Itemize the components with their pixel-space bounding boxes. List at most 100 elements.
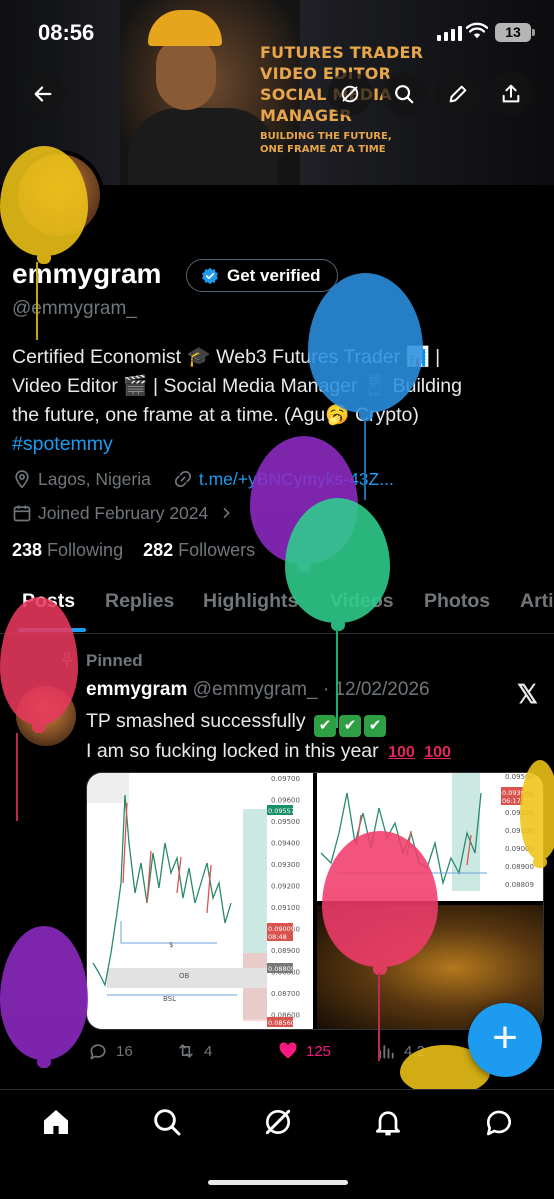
post-author-handle[interactable]: @emmygram_ [193, 679, 318, 700]
chart-1-price-tag-4-text: 0.08809 [268, 965, 295, 973]
balloon-green [285, 498, 390, 631]
balloon-string [378, 973, 380, 1061]
status-time: 08:56 [38, 20, 95, 45]
axis-tick-label: 0.09400 [271, 840, 300, 848]
tab-replies[interactable]: Replies [105, 590, 174, 613]
post-text-line-2-text: I am so fucking locked in this year [86, 740, 379, 762]
banner-figure-shirt [128, 108, 278, 185]
balloon-string [364, 420, 366, 500]
balloon-red [0, 597, 78, 733]
banner-subline-2: ONE FRAME AT A TIME [260, 144, 386, 155]
repost-button[interactable]: 4 [176, 1041, 212, 1061]
bio-line: Certified Economist 🎓 Web3 Futures Trade… [12, 346, 441, 368]
following-link[interactable]: 238 Following [12, 540, 123, 561]
arrow-left-icon [34, 86, 52, 102]
post-author-name[interactable]: emmygram [86, 679, 187, 700]
axis-tick-label: 0.08700 [271, 990, 300, 998]
nav-search[interactable] [151, 1106, 183, 1138]
axis-tick-label: 0.09200 [271, 883, 300, 891]
post-media-grid: 0.09700 0.09600 0.09500 0.09400 0.09300 0.092… [86, 772, 544, 1030]
axis-tick-label: 0.09600 [271, 797, 300, 805]
following-label: Following [47, 540, 124, 560]
chart-1-price-tag-2-text: 0.09009 [268, 925, 295, 933]
axis-tick-label: 0.08900 [271, 947, 300, 955]
location-pin-icon [15, 470, 29, 489]
follow-counts: 238 Following 282 Followers [12, 540, 255, 561]
profile-location: Lagos, Nigeria [38, 468, 151, 489]
profile-joined-row[interactable]: Joined February 2024 [12, 501, 234, 525]
pinned-label: Pinned [86, 651, 143, 670]
chart-1-label-dollar: $ [169, 941, 173, 949]
reply-count: 16 [116, 1042, 133, 1060]
pencil-icon [449, 85, 467, 103]
post-text-line-1-text: TP smashed successfully [86, 710, 306, 732]
post-header: emmygram @emmygram_ · 12/02/2026 [86, 679, 430, 701]
axis-tick-label: 0.09500 [271, 818, 300, 826]
wifi-icon [466, 22, 488, 39]
chart-1-price-tag-3-text: 08:48 [268, 933, 287, 941]
profile-handle: @emmygram_ [12, 298, 137, 319]
balloon-string [16, 733, 18, 821]
axis-tick-label: 0.09700 [271, 775, 300, 783]
check-mark-icon: ✔ [364, 715, 387, 737]
share-icon [502, 84, 520, 103]
profile-bio: Certified Economist 🎓 Web3 Futures Trade… [12, 343, 542, 459]
search-button[interactable] [382, 72, 426, 116]
grok-icon [265, 1109, 291, 1135]
followers-link[interactable]: 282 Followers [143, 540, 255, 561]
hundred-points-icon: 100 [388, 744, 415, 761]
chevron-right-icon [223, 507, 231, 519]
reply-icon [90, 1044, 106, 1060]
balloon-yellow-2 [520, 760, 554, 868]
like-count: 125 [306, 1042, 332, 1060]
tab-photos[interactable]: Photos [424, 590, 490, 613]
nav-home[interactable] [40, 1106, 72, 1138]
hundred-points-icon: 100 [424, 744, 451, 761]
plus-icon: + [492, 1013, 518, 1062]
post-date: · 12/02/2026 [322, 679, 430, 700]
search-icon [154, 1109, 181, 1136]
get-verified-button[interactable]: Get verified [186, 259, 338, 292]
axis-tick-label: 0.09300 [271, 861, 300, 869]
bio-line: the future, one frame at a time. (Agu🥱 C… [12, 404, 419, 426]
tab-highlights[interactable]: Highlights [203, 590, 298, 613]
nav-notifications[interactable] [372, 1106, 404, 1138]
followers-label: Followers [178, 540, 256, 560]
axis-tick-label: 0.09100 [271, 904, 300, 912]
balloon-yellow [0, 146, 88, 264]
profile-joined-date: Joined February 2024 [38, 502, 209, 523]
compose-post-button[interactable]: + [468, 1003, 542, 1077]
check-mark-icon: ✔ [314, 715, 337, 737]
nav-messages[interactable] [483, 1106, 515, 1138]
balloon-string [336, 628, 338, 728]
share-button[interactable] [489, 72, 533, 116]
edit-profile-button[interactable] [436, 72, 480, 116]
grok-button[interactable] [328, 72, 372, 116]
check-mark-icon: ✔ [339, 715, 362, 737]
status-bar: 08:56 13 [0, 0, 554, 60]
post-text-line-2: I am so fucking locked in this year 100 … [86, 737, 526, 767]
like-button[interactable]: 125 [278, 1041, 331, 1061]
repost-count: 4 [204, 1042, 213, 1060]
nav-grok[interactable] [262, 1106, 294, 1138]
followers-count: 282 [143, 540, 174, 560]
post-media-chart-1[interactable]: 0.09700 0.09600 0.09500 0.09400 0.09300 0.092… [87, 773, 313, 1029]
banner-subline: BUILDING THE FUTURE, ONE FRAME AT A TIME [260, 130, 440, 156]
profile-tabs: Posts Replies Highlights Videos Photos A… [0, 580, 554, 634]
back-button[interactable] [21, 72, 65, 116]
x-logo-icon: 𝕏 [517, 679, 538, 709]
reply-button[interactable]: 16 [88, 1041, 133, 1061]
grok-icon [341, 85, 359, 103]
home-icon [44, 1110, 68, 1134]
bell-icon [376, 1111, 400, 1136]
cellular-signal-icon [437, 26, 462, 41]
calendar-icon [13, 505, 31, 522]
balloon-pink [322, 831, 438, 975]
balloon-purple-2 [0, 926, 88, 1068]
following-count: 238 [12, 540, 43, 560]
axis-tick-label: 0.08809 [505, 881, 534, 889]
chart-1-price-tag-5-text: 0.08560 [268, 1019, 295, 1027]
chart-1-price-tag-1-text: 0.09557 [268, 807, 295, 815]
tab-articles[interactable]: Arti [520, 590, 554, 613]
home-indicator [208, 1180, 348, 1185]
